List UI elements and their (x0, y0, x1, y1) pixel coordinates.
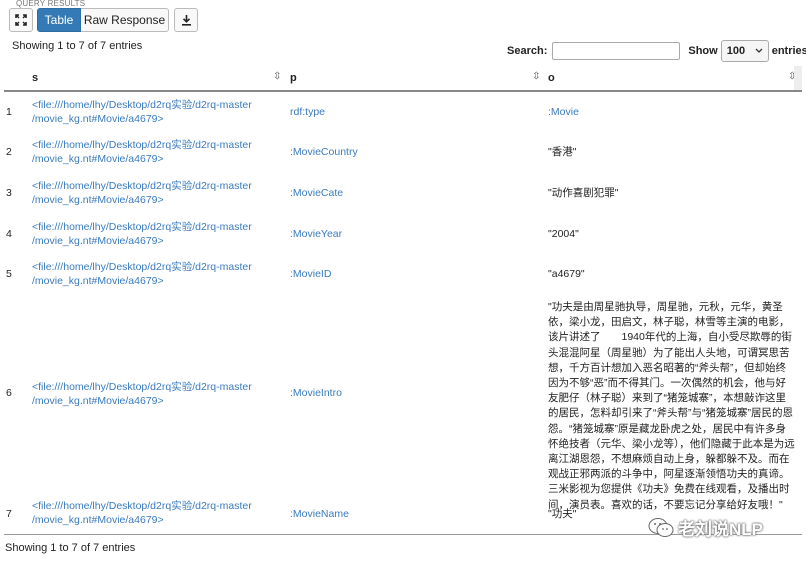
column-header-s[interactable]: s (32, 66, 38, 90)
table-row: 2 <file:///home/lhy/Desktop/d2rq实验/d2rq-… (4, 138, 794, 166)
table-tab-button[interactable]: Table (37, 8, 81, 32)
expand-button[interactable] (9, 8, 33, 32)
predicate-link[interactable]: :MovieName (290, 507, 349, 521)
object-literal: "2004" (548, 228, 579, 240)
row-number: 1 (6, 106, 12, 118)
table-row: 3 <file:///home/lhy/Desktop/d2rq实验/d2rq-… (4, 179, 794, 207)
predicate-link[interactable]: :MovieYear (290, 227, 342, 241)
download-icon (181, 14, 191, 26)
entries-length-select[interactable]: 100 (720, 40, 769, 62)
table-controls: Search: Show 100 entries (507, 40, 806, 62)
table-header: s ⇳ p ⇳ o ⇳ (4, 66, 802, 92)
subject-link[interactable]: <file:///home/lhy/Desktop/d2rq实验/d2rq-ma… (32, 179, 272, 207)
predicate-link[interactable]: rdf:type (290, 105, 325, 119)
expand-icon (15, 14, 27, 26)
subject-link[interactable]: <file:///home/lhy/Desktop/d2rq实验/d2rq-ma… (32, 138, 272, 166)
raw-response-tab-button[interactable]: Raw Response (81, 8, 169, 32)
search-input[interactable] (552, 42, 681, 60)
predicate-link[interactable]: :MovieID (290, 267, 331, 281)
table-info-bottom: Showing 1 to 7 of 7 entries (5, 542, 136, 554)
watermark: 老刘说NLP (648, 515, 763, 540)
view-toggle-group: Table Raw Response (37, 8, 169, 32)
show-label: Show (688, 45, 718, 57)
table-row: 6 <file:///home/lhy/Desktop/d2rq实验/d2rq-… (4, 300, 795, 511)
row-number: 7 (6, 508, 12, 520)
chevron-down-icon (755, 48, 763, 53)
column-header-s-label: s (32, 72, 39, 84)
results-toolbar: Table Raw Response (9, 8, 198, 32)
scrollbar[interactable] (794, 66, 802, 90)
object-link[interactable]: :Movie (548, 105, 796, 119)
sort-icon[interactable]: ⇳ (532, 71, 540, 82)
column-header-p[interactable]: p (290, 66, 297, 90)
predicate-link[interactable]: :MovieCate (290, 186, 343, 200)
watermark-text: 老刘说NLP (678, 520, 763, 539)
subject-link[interactable]: <file:///home/lhy/Desktop/d2rq实验/d2rq-ma… (32, 260, 272, 288)
download-button[interactable] (174, 8, 198, 32)
subject-link[interactable]: <file:///home/lhy/Desktop/d2rq实验/d2rq-ma… (32, 499, 272, 527)
row-number: 2 (6, 146, 12, 158)
row-number: 6 (6, 387, 12, 399)
row-number: 4 (6, 228, 12, 240)
wechat-icon (648, 517, 674, 537)
table-row: 4 <file:///home/lhy/Desktop/d2rq实验/d2rq-… (4, 220, 794, 248)
column-header-p-label: p (290, 72, 297, 84)
entries-label: entries (771, 45, 806, 57)
object-literal: "a4679" (548, 268, 585, 280)
object-literal: "动作喜剧犯罪" (548, 187, 619, 199)
subject-link[interactable]: <file:///home/lhy/Desktop/d2rq实验/d2rq-ma… (32, 98, 272, 126)
subject-link[interactable]: <file:///home/lhy/Desktop/d2rq实验/d2rq-ma… (32, 220, 272, 248)
column-header-o-label: o (548, 72, 555, 84)
predicate-link[interactable]: :MovieIntro (290, 386, 342, 400)
sort-icon[interactable]: ⇳ (273, 71, 281, 82)
table-row: 5 <file:///home/lhy/Desktop/d2rq实验/d2rq-… (4, 260, 794, 288)
column-header-o[interactable]: o (548, 66, 555, 90)
table-info-top: Showing 1 to 7 of 7 entries (12, 40, 143, 52)
row-number: 5 (6, 268, 12, 280)
row-number: 3 (6, 187, 12, 199)
predicate-link[interactable]: :MovieCountry (290, 145, 358, 159)
object-literal: "功夫是由周星驰执导，周星驰，元秋，元华，黄圣依，梁小龙，田启文，林子聪，林雪等… (548, 301, 795, 511)
object-literal: "香港" (548, 146, 577, 158)
subject-link[interactable]: <file:///home/lhy/Desktop/d2rq实验/d2rq-ma… (32, 380, 272, 408)
table-row: 1 <file:///home/lhy/Desktop/d2rq实验/d2rq-… (4, 98, 794, 126)
search-label: Search: (507, 45, 548, 57)
entries-length-value: 100 (726, 45, 746, 57)
query-results-label: QUERY RESULTS (16, 0, 86, 8)
